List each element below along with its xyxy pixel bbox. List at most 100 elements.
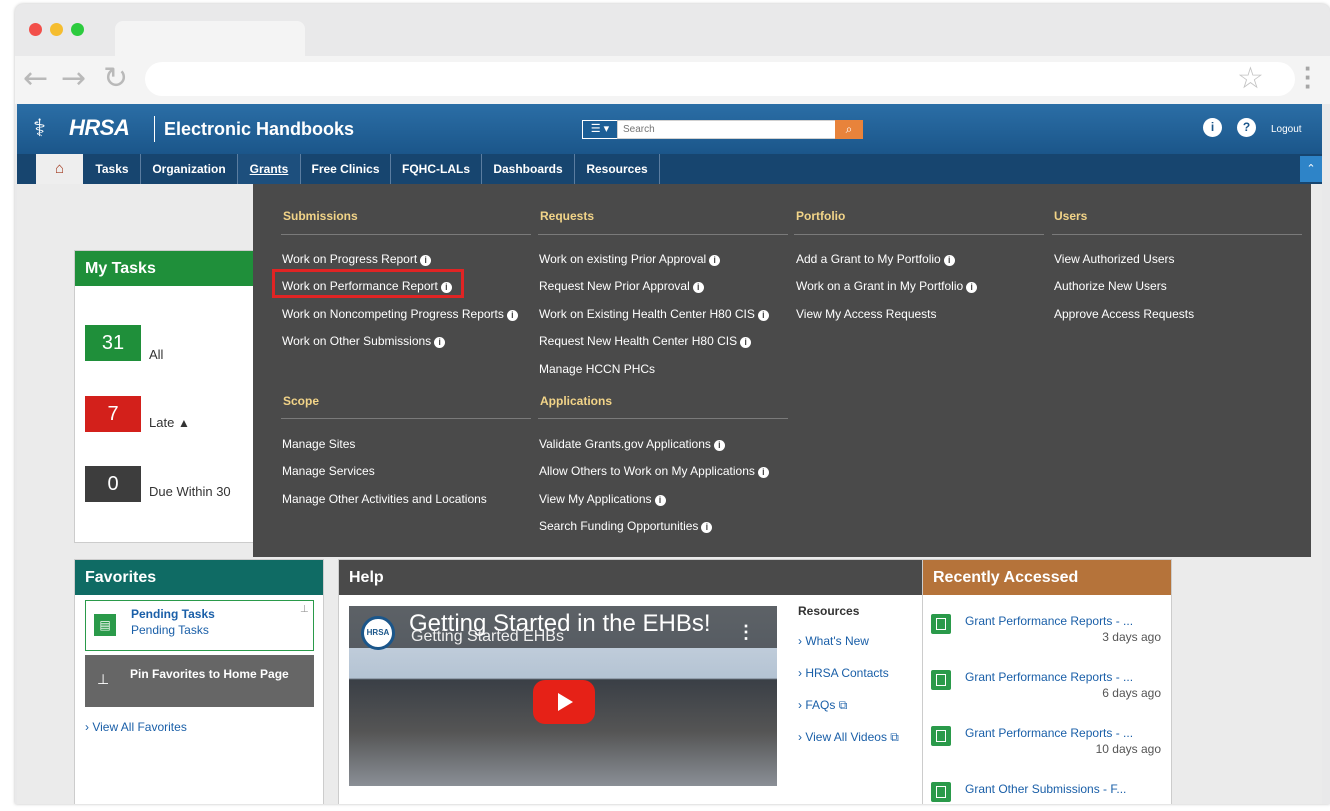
work-on-noncompeting-progress-reports-link[interactable]: Work on Noncompeting Progress Reports i — [282, 307, 518, 321]
due-tasks-count[interactable]: 0 — [85, 466, 141, 502]
back-arrow-icon[interactable]: ← — [23, 64, 48, 94]
allow-others-link[interactable]: Allow Others to Work on My Applications i — [539, 464, 769, 478]
info-icon[interactable]: i — [434, 337, 446, 348]
info-icon[interactable]: i — [440, 282, 452, 293]
logo-divider — [154, 116, 155, 142]
browser-window: ← → ↻ ☆ · · · ⚕ HRSA Electronic Handbooks … — [15, 4, 1330, 804]
view-all-videos-link[interactable]: › View All Videos ⧉ — [798, 730, 899, 745]
late-tasks-label[interactable]: Late ▲ — [149, 415, 190, 430]
bookmark-star-icon[interactable]: ☆ — [1237, 61, 1264, 96]
late-tasks-count[interactable]: 7 — [85, 396, 141, 432]
work-on-existing-h80-cis-link[interactable]: Work on Existing Health Center H80 CIS i — [539, 307, 769, 321]
nav-fqhc-lals[interactable]: FQHC-LALs — [391, 154, 482, 184]
all-tasks-count[interactable]: 31 — [85, 325, 141, 361]
authorize-new-users-link[interactable]: Authorize New Users — [1054, 279, 1167, 293]
info-icon[interactable]: i — [740, 337, 752, 348]
pin-favorites-button[interactable]: ⊥ Pin Favorites to Home Page — [85, 655, 314, 707]
window-controls — [29, 23, 84, 36]
recent-item-title[interactable]: Grant Performance Reports - ... — [965, 614, 1133, 628]
request-new-prior-approval-link[interactable]: Request New Prior Approval i — [539, 279, 704, 293]
scope-divider — [281, 418, 531, 419]
nav-resources[interactable]: Resources — [575, 154, 660, 184]
info-icon[interactable]: i — [713, 440, 725, 451]
recent-item[interactable]: Grant Other Submissions - F... — [931, 782, 1161, 804]
whats-new-link[interactable]: › What's New — [798, 634, 869, 648]
request-new-h80-cis-link[interactable]: Request New Health Center H80 CIS i — [539, 334, 752, 348]
work-on-existing-prior-approval-link[interactable]: Work on existing Prior Approval i — [539, 252, 721, 266]
recent-item-title[interactable]: Grant Performance Reports - ... — [965, 726, 1133, 740]
search-funding-opportunities-link[interactable]: Search Funding Opportunities i — [539, 519, 713, 533]
portfolio-heading: Portfolio — [796, 209, 846, 223]
work-on-performance-report-link[interactable]: Work on Performance Report i — [282, 279, 452, 293]
manage-sites-link[interactable]: Manage Sites — [282, 437, 355, 451]
external-link-icon: ⧉ — [890, 730, 899, 744]
browser-tab[interactable] — [115, 21, 305, 61]
info-icon[interactable]: i — [692, 282, 704, 293]
info-icon[interactable]: i — [701, 522, 713, 533]
maximize-window-button[interactable] — [71, 23, 84, 36]
help-video-player[interactable]: HRSA Getting Started in the EHBs! Gettin… — [349, 606, 777, 786]
youtube-play-button[interactable] — [533, 680, 595, 724]
search-scope-menu-button[interactable]: ☰ ▾ — [582, 120, 618, 139]
recent-item[interactable]: Grant Performance Reports - ... 3 days a… — [931, 614, 1161, 648]
favorite-pending-title[interactable]: Pending Tasks — [131, 607, 215, 621]
nav-grants[interactable]: Grants — [238, 154, 301, 184]
browser-menu-icon[interactable]: · · · — [1304, 55, 1313, 99]
manage-services-link[interactable]: Manage Services — [282, 464, 375, 478]
manage-other-activities-link[interactable]: Manage Other Activities and Locations — [282, 492, 487, 506]
validate-grants-gov-link[interactable]: Validate Grants.gov Applications i — [539, 437, 725, 451]
view-my-access-requests-link[interactable]: View My Access Requests — [796, 307, 937, 321]
info-icon[interactable]: i — [943, 255, 955, 266]
hrsa-logo[interactable]: HRSA — [69, 115, 130, 141]
work-on-other-submissions-link[interactable]: Work on Other Submissions i — [282, 334, 446, 348]
nav-dashboards[interactable]: Dashboards — [482, 154, 575, 184]
work-on-progress-report-link[interactable]: Work on Progress Report i — [282, 252, 432, 266]
faqs-link[interactable]: › FAQs ⧉ — [798, 698, 847, 713]
collapse-header-button[interactable]: ⌃ — [1300, 156, 1322, 182]
hrsa-contacts-link[interactable]: › HRSA Contacts — [798, 666, 889, 680]
browser-toolbar: ← → ↻ ☆ · · · — [15, 55, 1330, 104]
play-icon — [558, 693, 573, 711]
recent-item[interactable]: Grant Performance Reports - ... 6 days a… — [931, 670, 1161, 704]
due-tasks-label[interactable]: Due Within 30 — [149, 484, 231, 499]
nav-free-clinics[interactable]: Free Clinics — [301, 154, 391, 184]
question-circle-icon[interactable]: ? — [1237, 118, 1256, 137]
info-icon[interactable]: i — [506, 310, 518, 321]
reload-icon[interactable]: ↻ — [103, 64, 128, 94]
info-icon[interactable]: i — [709, 255, 721, 266]
favorite-pending-sub[interactable]: Pending Tasks — [131, 623, 209, 637]
view-authorized-users-link[interactable]: View Authorized Users — [1054, 252, 1175, 266]
info-icon[interactable]: i — [966, 282, 978, 293]
url-bar[interactable] — [145, 62, 1295, 96]
work-on-grant-in-portfolio-link[interactable]: Work on a Grant in My Portfolio i — [796, 279, 978, 293]
view-my-applications-link[interactable]: View My Applications i — [539, 492, 666, 506]
approve-access-requests-link[interactable]: Approve Access Requests — [1054, 307, 1194, 321]
recent-item-title[interactable]: Grant Other Submissions - F... — [965, 782, 1126, 796]
info-icon[interactable]: i — [420, 255, 432, 266]
logout-link[interactable]: Logout — [1271, 124, 1302, 135]
minimize-window-button[interactable] — [50, 23, 63, 36]
submissions-heading: Submissions — [283, 209, 358, 223]
user-circle-icon[interactable]: i — [1203, 118, 1222, 137]
add-grant-to-portfolio-link[interactable]: Add a Grant to My Portfolio i — [796, 252, 955, 266]
search-input[interactable] — [617, 120, 837, 139]
favorites-panel: Favorites ▤ Pending Tasks Pending Tasks … — [74, 559, 324, 804]
info-icon[interactable]: i — [757, 467, 769, 478]
home-button[interactable]: ⌂ — [36, 154, 83, 184]
nav-organization[interactable]: Organization — [141, 154, 238, 184]
view-all-favorites-link[interactable]: › View All Favorites — [85, 720, 187, 734]
info-icon[interactable]: i — [654, 495, 666, 506]
manage-hccn-phcs-link[interactable]: Manage HCCN PHCs — [539, 362, 655, 376]
info-icon[interactable]: i — [757, 310, 769, 321]
chevron-up-icon: ⌃ — [1306, 163, 1316, 175]
video-menu-icon[interactable]: ⋮ — [737, 622, 755, 643]
all-tasks-label[interactable]: All — [149, 347, 163, 362]
nav-tasks[interactable]: Tasks — [84, 154, 141, 184]
pin-icon[interactable]: ⊥ — [300, 604, 309, 615]
close-window-button[interactable] — [29, 23, 42, 36]
recent-item-title[interactable]: Grant Performance Reports - ... — [965, 670, 1133, 684]
search-button[interactable]: ⌕ — [835, 120, 863, 139]
forward-arrow-icon[interactable]: → — [61, 64, 86, 94]
favorite-pending-tasks[interactable]: ▤ Pending Tasks Pending Tasks ⊥ — [85, 600, 314, 651]
recent-item[interactable]: Grant Performance Reports - ... 10 days … — [931, 726, 1161, 760]
